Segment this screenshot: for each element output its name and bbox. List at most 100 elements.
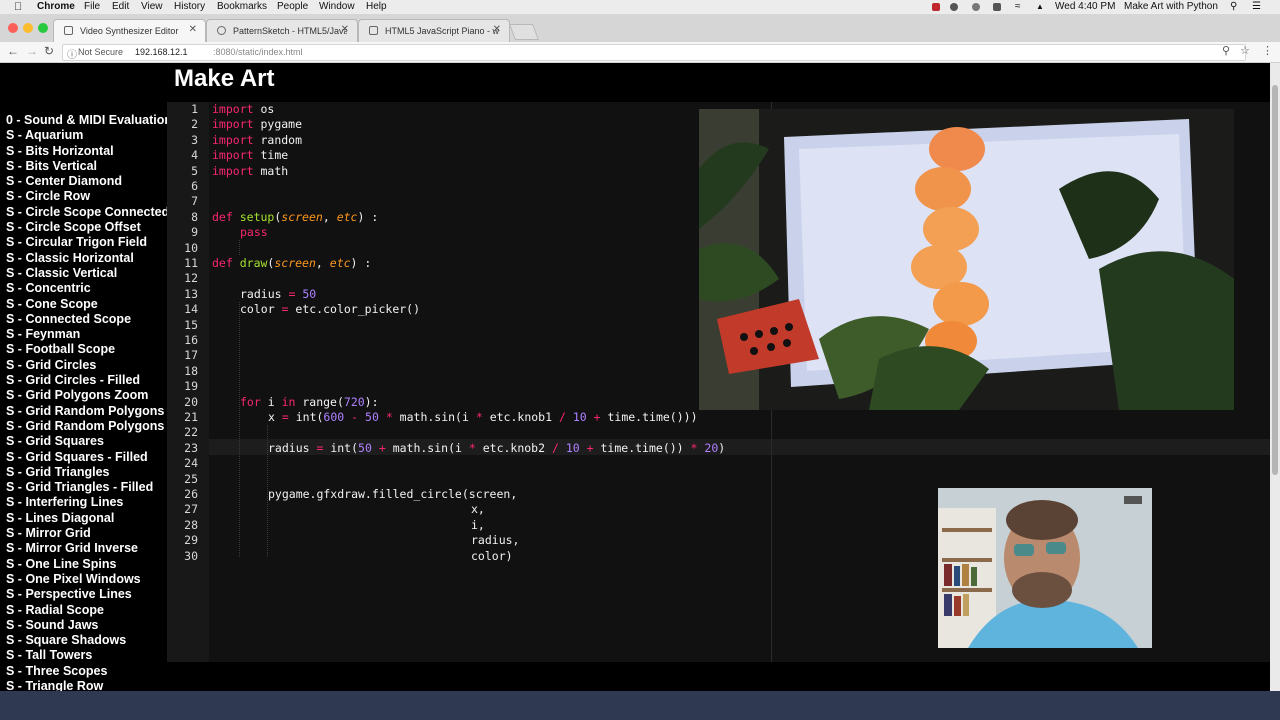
mode-item[interactable]: S - Mirror Grid [6, 526, 168, 541]
mode-item[interactable]: S - Feynman [6, 327, 168, 342]
code-token: radius [268, 440, 317, 455]
globe-icon [217, 26, 226, 35]
maximize-window-icon[interactable] [38, 23, 48, 33]
mode-item[interactable]: S - Center Diamond [6, 174, 168, 189]
line-number: 8 [191, 209, 198, 224]
menu-bookmarks[interactable]: Bookmarks [217, 1, 267, 12]
menu-history[interactable]: History [174, 1, 205, 12]
scrollbar-thumb[interactable] [1272, 85, 1278, 475]
camera-status-icon[interactable] [972, 3, 980, 11]
mode-item[interactable]: S - Grid Squares [6, 434, 168, 449]
line-number: 14 [184, 302, 198, 317]
code-token: screen [274, 256, 316, 270]
menu-view[interactable]: View [141, 1, 163, 12]
mode-item[interactable]: S - Cone Scope [6, 297, 168, 312]
wifi-icon[interactable]: ≈ [1015, 1, 1021, 12]
tab-html5-piano[interactable]: HTML5 JavaScript Piano - wit ✕ [358, 19, 510, 42]
mode-item[interactable]: 0 - Sound & MIDI Evaluation [6, 113, 168, 128]
eject-icon[interactable]: ▲ [1036, 2, 1044, 11]
close-tab-icon[interactable]: ✕ [493, 24, 501, 35]
mode-item[interactable]: S - Radial Scope [6, 603, 168, 618]
mode-item[interactable]: S - Grid Random Polygons [6, 419, 168, 434]
address-bar[interactable]: ⓘ Not Secure 192.168.12.1 :8080/static/i… [62, 44, 1246, 61]
indent-guide [239, 302, 240, 557]
code-token: pass [240, 225, 268, 240]
mode-item[interactable]: S - Grid Circles - Filled [6, 373, 168, 388]
new-tab-button[interactable] [509, 24, 539, 40]
mode-item[interactable]: S - Perspective Lines [6, 587, 168, 602]
code-token: etc.knob2 [475, 440, 552, 455]
mode-item[interactable]: S - One Line Spins [6, 557, 168, 572]
menu-help[interactable]: Help [366, 1, 387, 12]
mode-item[interactable]: S - Mirror Grid Inverse [6, 541, 168, 556]
close-window-icon[interactable] [8, 23, 18, 33]
record-status-icon[interactable] [932, 3, 940, 11]
security-label: Not Secure [78, 47, 124, 57]
mode-item[interactable]: S - Three Scopes [6, 664, 168, 679]
mode-item[interactable]: S - Concentric [6, 281, 168, 296]
code-token: etc [336, 209, 358, 224]
menu-people[interactable]: People [277, 1, 308, 12]
code-line: radius = 50 [240, 287, 316, 302]
forward-arrow-icon[interactable]: → [26, 44, 38, 58]
menu-edit[interactable]: Edit [112, 1, 129, 12]
mode-item[interactable]: S - Grid Triangles - Filled [6, 480, 168, 495]
mode-item[interactable]: S - Circle Scope Offset [6, 220, 168, 235]
code-token: def [212, 209, 233, 224]
line-number: 4 [191, 148, 198, 163]
menu-clock[interactable]: Wed 4:40 PM [1055, 1, 1115, 12]
close-tab-icon[interactable]: ✕ [189, 24, 197, 35]
bookmark-star-icon[interactable]: ☆ [1240, 44, 1250, 57]
back-arrow-icon[interactable]: ← [7, 44, 19, 58]
mode-item[interactable]: S - Football Scope [6, 342, 168, 357]
code-token: 720 [343, 394, 365, 409]
tab-patternsketch[interactable]: PatternSketch - HTML5/JavaS ✕ [206, 19, 358, 42]
page-title: Make Art [174, 65, 275, 92]
time-machine-icon[interactable] [993, 3, 1001, 11]
mode-item[interactable]: S - Lines Diagonal [6, 511, 168, 526]
mode-item[interactable]: S - Grid Circles [6, 358, 168, 373]
mode-item[interactable]: S - Circular Trigon Field [6, 235, 168, 250]
mode-item[interactable]: S - Bits Horizontal [6, 144, 168, 159]
mode-item[interactable]: S - Grid Triangles [6, 465, 168, 480]
mode-item[interactable]: S - Grid Random Polygons [6, 404, 168, 419]
mode-item[interactable]: S - One Pixel Windows [6, 572, 168, 587]
close-tab-icon[interactable]: ✕ [341, 24, 349, 35]
mode-item[interactable]: S - Sound Jaws [6, 618, 168, 633]
mode-item[interactable]: S - Aquarium [6, 128, 168, 143]
line-number: 27 [184, 502, 198, 517]
mode-item[interactable]: S - Classic Horizontal [6, 251, 168, 266]
menu-window-name[interactable]: Make Art with Python [1124, 1, 1218, 12]
video-output-camera-feed [699, 109, 1234, 410]
mode-item[interactable]: S - Interfering Lines [6, 495, 168, 510]
mode-item[interactable]: S - Square Shadows [6, 633, 168, 648]
page-icon [64, 26, 73, 35]
info-icon[interactable]: ⓘ [67, 46, 77, 61]
code-token: / [558, 410, 566, 424]
mode-item[interactable]: S - Grid Polygons Zoom [6, 388, 168, 403]
mode-item[interactable]: S - Grid Squares - Filled [6, 450, 168, 465]
mode-item[interactable]: S - Triangle Row [6, 679, 168, 691]
minimize-window-icon[interactable] [23, 23, 33, 33]
mode-item[interactable]: S - Classic Vertical [6, 266, 168, 281]
menu-app-name[interactable]: Chrome [37, 1, 75, 12]
code-token: import [212, 148, 254, 163]
reload-icon[interactable]: ↻ [44, 44, 54, 58]
mode-item[interactable]: S - Bits Vertical [6, 159, 168, 174]
apple-menu-icon[interactable]:  [14, 1, 22, 13]
screen-share-icon[interactable] [950, 3, 958, 11]
mode-item[interactable]: S - Circle Scope Connected [6, 205, 168, 220]
spotlight-search-icon[interactable]: ⚲ [1230, 1, 1237, 12]
menu-window[interactable]: Window [319, 1, 355, 12]
notification-center-icon[interactable]: ☰ [1252, 1, 1261, 12]
line-number: 21 [184, 410, 198, 424]
mode-item[interactable]: S - Circle Row [6, 189, 168, 204]
mode-item[interactable]: S - Connected Scope [6, 312, 168, 327]
chrome-menu-icon[interactable]: ⋮ [1262, 44, 1273, 57]
mode-item[interactable]: S - Tall Towers [6, 648, 168, 663]
zoom-icon[interactable]: ⚲ [1222, 44, 1230, 57]
menu-file[interactable]: File [84, 1, 100, 12]
page-scrollbar[interactable] [1270, 63, 1280, 691]
tab-video-synthesizer-editor[interactable]: Video Synthesizer Editor ✕ [53, 19, 206, 43]
